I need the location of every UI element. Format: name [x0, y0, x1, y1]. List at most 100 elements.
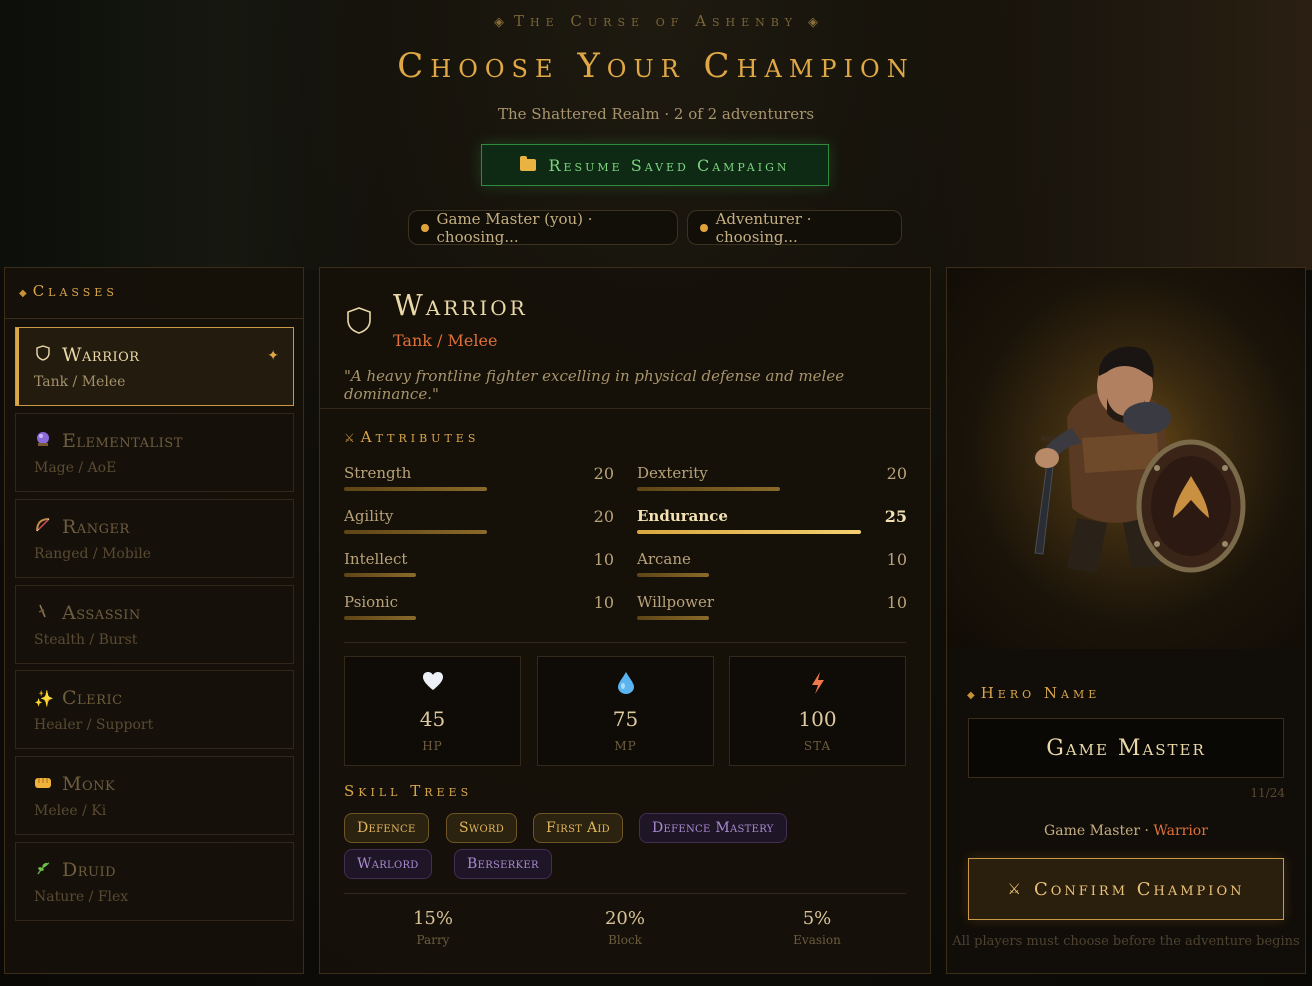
- class-card-assassin[interactable]: Assassin Stealth / Burst: [15, 585, 294, 664]
- class-card-monk[interactable]: Monk Melee / Ki: [15, 756, 294, 835]
- attribute-name: Intellect: [344, 550, 408, 568]
- stat-sta: 100 STA: [729, 656, 906, 766]
- player-status-adventurer: Adventurer · choosing...: [687, 210, 902, 246]
- class-name: Elementalist: [62, 430, 183, 452]
- attribute-strength: Strength 20: [344, 464, 614, 504]
- skill-tag-defence-mastery[interactable]: Defence Mastery: [639, 813, 787, 843]
- divider: [320, 408, 930, 409]
- class-card-cleric[interactable]: ✨ Cleric Healer / Support: [15, 670, 294, 749]
- shield-icon: [346, 306, 372, 334]
- attribute-name: Agility: [344, 507, 394, 525]
- attribute-value: 20: [593, 464, 614, 483]
- hero-name-heading: ◆ Hero Name: [967, 684, 1100, 702]
- player-status-label: Game Master (you) · choosing...: [436, 209, 593, 246]
- skill-tag-first-aid[interactable]: First Aid: [533, 813, 623, 843]
- status-dot: [421, 223, 429, 232]
- hero-name-input[interactable]: [968, 718, 1284, 778]
- divider: [344, 642, 906, 643]
- name-char-count: 11/24: [1250, 786, 1285, 800]
- hero-panel: ◆ Hero Name 11/24 Game Master · Warrior ⚔…: [946, 267, 1306, 974]
- confirm-label: Confirm Champion: [1033, 878, 1245, 900]
- class-name-row: Warrior: [34, 344, 140, 366]
- supertitle-text: The Curse of Ashenby: [514, 12, 798, 30]
- stat-label: HP: [422, 739, 443, 753]
- attribute-bar: [344, 616, 416, 620]
- skill-tag-warlord[interactable]: Warlord: [344, 849, 432, 879]
- herb-icon: [34, 860, 52, 880]
- attributes-heading-text: Attributes: [360, 428, 480, 446]
- divider: [344, 893, 906, 894]
- attribute-name: Psionic: [344, 593, 399, 611]
- class-name: Ranger: [62, 516, 130, 538]
- attribute-bar: [344, 530, 487, 534]
- heart-icon: [422, 671, 444, 695]
- resume-campaign-button[interactable]: Resume Saved Campaign: [481, 144, 829, 186]
- class-name: Assassin: [62, 602, 141, 624]
- class-card-druid[interactable]: Druid Nature / Flex: [15, 842, 294, 921]
- class-card-elementalist[interactable]: Elementalist Mage / AoE: [15, 413, 294, 492]
- skill-tag-defence[interactable]: Defence: [344, 813, 429, 843]
- class-role: Mage / AoE: [34, 460, 117, 476]
- ornament-icon: ◈: [807, 15, 818, 30]
- attribute-bar: [637, 616, 709, 620]
- stat-mp: 75 MP: [537, 656, 714, 766]
- attribute-name: Strength: [344, 464, 412, 482]
- stat-value: 45: [419, 707, 446, 731]
- attribute-bar: [637, 487, 780, 491]
- swords-icon: ⚔: [1007, 880, 1024, 898]
- background-left: [0, 0, 380, 270]
- stat-hp: 45 HP: [344, 656, 521, 766]
- attribute-willpower: Willpower 10: [637, 593, 907, 633]
- sparkles-icon: ✨: [34, 688, 55, 708]
- defense-value: 5%: [802, 908, 832, 929]
- realm-subtitle: The Shattered Realm · 2 of 2 adventurers: [497, 105, 815, 123]
- attribute-value: 10: [886, 550, 907, 569]
- class-name: Warrior: [62, 344, 140, 366]
- attribute-endurance: Endurance 25: [637, 507, 907, 547]
- class-card-ranger[interactable]: Ranger Ranged / Mobile: [15, 499, 294, 578]
- hero-portrait: [947, 268, 1305, 649]
- classes-heading-text: Classes: [32, 282, 118, 300]
- attribute-value: 10: [593, 550, 614, 569]
- class-role-label: Tank / Melee: [393, 331, 498, 350]
- confirm-champion-button[interactable]: ⚔ Confirm Champion: [968, 858, 1284, 920]
- fist-icon: [34, 774, 52, 794]
- defense-value: 20%: [604, 908, 645, 929]
- diamond-icon: ◆: [19, 288, 27, 299]
- attribute-bar: [637, 530, 861, 534]
- class-name: Cleric: [62, 687, 123, 709]
- class-name-row: Elementalist: [34, 430, 183, 452]
- attribute-name: Willpower: [637, 593, 715, 611]
- warrior-portrait-image: [1034, 346, 1246, 573]
- attribute-value: 25: [884, 507, 907, 526]
- stat-value: 75: [612, 707, 639, 731]
- confirm-note: All players must choose before the adven…: [952, 934, 1300, 949]
- class-name: Monk: [62, 773, 116, 795]
- attribute-value: 10: [886, 593, 907, 612]
- skill-tag-sword[interactable]: Sword: [446, 813, 518, 843]
- stat-label: STA: [803, 739, 832, 753]
- attribute-psionic: Psionic 10: [344, 593, 614, 633]
- defense-parry: 15% Parry: [353, 908, 513, 947]
- class-name-row: ✨ Cleric: [34, 687, 123, 709]
- attributes-heading: ⚔ Attributes: [344, 428, 479, 446]
- attribute-agility: Agility 20: [344, 507, 614, 547]
- background-right: [892, 0, 1312, 270]
- defense-block: 20% Block: [545, 908, 705, 947]
- class-name-row: Assassin: [34, 602, 141, 624]
- classes-panel: ◆ Classes Warrior Tank / Melee ✦ Elementa…: [4, 267, 304, 974]
- summary-player: Game Master ·: [1044, 823, 1154, 839]
- attribute-arcane: Arcane 10: [637, 550, 907, 590]
- diamond-icon: ◆: [967, 690, 975, 701]
- class-role: Ranged / Mobile: [34, 546, 152, 562]
- skill-trees-heading: Skill Trees: [344, 782, 473, 800]
- attribute-name: Arcane: [637, 550, 691, 568]
- skill-tag-berserker[interactable]: Berserker: [454, 849, 552, 879]
- defense-label: Evasion: [793, 933, 841, 947]
- summary-class: Warrior: [1153, 823, 1208, 839]
- lightning-icon: [810, 671, 826, 699]
- attribute-value: 20: [886, 464, 907, 483]
- class-role: Melee / Ki: [34, 803, 107, 819]
- class-title: Warrior: [393, 288, 528, 322]
- class-card-warrior[interactable]: Warrior Tank / Melee ✦: [15, 327, 294, 406]
